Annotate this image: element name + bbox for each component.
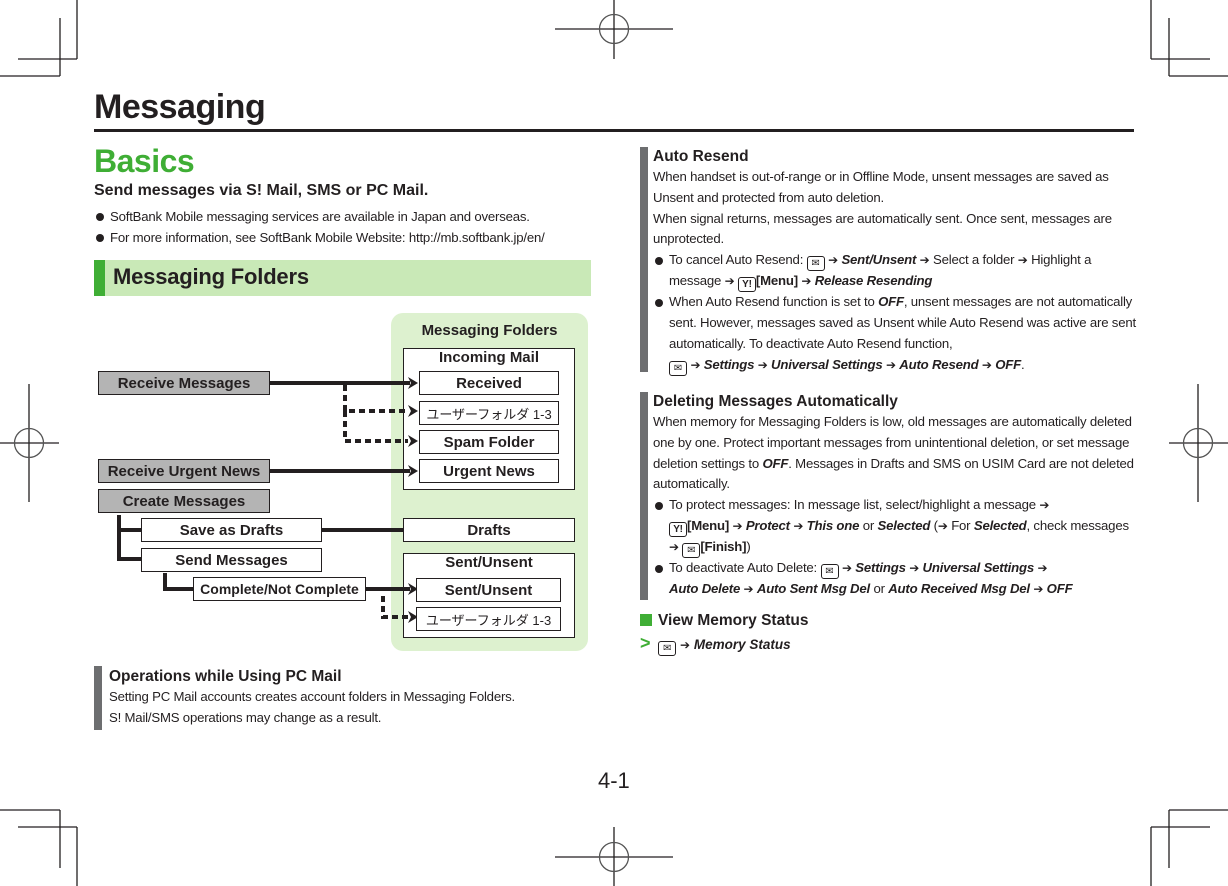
note-line: Setting PC Mail accounts creates account… xyxy=(109,689,516,704)
arrow-icon: ➔ xyxy=(981,357,992,372)
auto-resend-body: When handset is out-of-range or in Offli… xyxy=(653,167,1138,376)
connector-send-tree xyxy=(163,573,193,591)
note-line: S! Mail/SMS operations may change as a r… xyxy=(109,709,382,725)
folder-spam: Spam Folder xyxy=(419,430,559,454)
folder-user-sent: ユーザーフォルダ 1-3 xyxy=(416,607,561,631)
arrow-icon: ➔ xyxy=(828,253,838,268)
node-create-messages: Create Messages xyxy=(98,489,270,513)
connector-create-tree xyxy=(117,515,141,561)
memory-status-step: > ✉ ➔ Memory Status xyxy=(640,633,791,656)
connector-dashed-spam xyxy=(343,411,408,443)
auto-resend-bullet-off: When Auto Resend function is set to OFF,… xyxy=(653,292,1138,376)
arrow-head xyxy=(408,435,418,447)
note-bar xyxy=(640,147,648,372)
page-number: 4-1 xyxy=(598,768,630,793)
yahoo-key-icon: Y! xyxy=(669,521,687,537)
arrow-icon: ➔ xyxy=(1039,498,1050,513)
arrow-icon: ➔ xyxy=(757,357,768,372)
mail-key-icon: ✉ xyxy=(682,542,701,558)
mail-key-icon: ✉ xyxy=(669,360,687,376)
yahoo-key-icon: Y! xyxy=(737,277,756,293)
arrow-icon: ➔ xyxy=(724,274,735,289)
note-title-pc-mail: Operations while Using PC Mail xyxy=(109,668,342,685)
mail-key-icon: ✉ xyxy=(806,256,825,272)
arrow-icon: ➔ xyxy=(793,518,804,533)
memory-status-heading: View Memory Status xyxy=(640,612,808,630)
folder-received: Received xyxy=(419,371,559,395)
auto-delete-para: When memory for Messaging Folders is low… xyxy=(653,414,1134,492)
auto-resend-para: When signal returns, messages are automa… xyxy=(653,210,1112,247)
arrow-icon: ➔ xyxy=(1017,253,1028,268)
arrow-head xyxy=(408,405,418,417)
mail-key-icon: ✉ xyxy=(820,563,839,579)
auto-delete-body: When memory for Messaging Folders is low… xyxy=(653,412,1138,600)
folder-urgent-news: Urgent News xyxy=(419,459,559,483)
note-title-auto-resend: Auto Resend xyxy=(653,148,749,165)
folder-sent-unsent: Sent/Unsent xyxy=(416,578,561,602)
arrow-icon: ➔ xyxy=(919,253,930,268)
arrow-icon: ➔ xyxy=(1037,560,1048,575)
node-send-messages: Send Messages xyxy=(141,548,322,572)
connector-dashed-user xyxy=(343,385,408,413)
arrow-icon: ➔ xyxy=(885,357,896,372)
step-marker-icon: > xyxy=(640,633,651,653)
auto-resend-bullet-cancel: To cancel Auto Resend: ✉ ➔ Sent/Unsent ➔… xyxy=(653,250,1138,293)
arrow-icon: ➔ xyxy=(909,560,920,575)
mail-key-icon: ✉ xyxy=(658,641,677,656)
arrow-icon: ➔ xyxy=(841,560,852,575)
auto-resend-para: When handset is out-of-range or in Offli… xyxy=(653,169,1109,205)
arrow-icon: ➔ xyxy=(801,274,812,289)
note-bar xyxy=(640,392,648,600)
arrow-icon: ➔ xyxy=(680,638,691,652)
note-bar xyxy=(94,666,102,730)
arrow-icon: ➔ xyxy=(743,581,754,596)
green-square-icon xyxy=(640,614,652,626)
arrow-icon: ➔ xyxy=(669,539,679,554)
arrow-icon: ➔ xyxy=(690,357,701,372)
node-complete-not-complete: Complete/Not Complete xyxy=(193,577,366,601)
node-receive-urgent-news: Receive Urgent News xyxy=(98,459,270,483)
node-save-as-drafts: Save as Drafts xyxy=(141,518,322,542)
folder-drafts: Drafts xyxy=(403,518,575,542)
node-receive-messages: Receive Messages xyxy=(98,371,270,395)
note-title-auto-delete: Deleting Messages Automatically xyxy=(653,393,898,410)
arrow-icon: ➔ xyxy=(732,518,743,533)
connector-dashed-sent-user xyxy=(381,596,408,619)
arrow-icon: ➔ xyxy=(937,518,948,533)
auto-delete-bullet-protect: To protect messages: In message list, se… xyxy=(653,495,1138,558)
auto-delete-bullet-deactivate: To deactivate Auto Delete: ✉ ➔ Settings … xyxy=(653,558,1138,600)
arrow-icon: ➔ xyxy=(1033,581,1044,596)
folder-user-incoming: ユーザーフォルダ 1-3 xyxy=(419,401,559,425)
note-text-pc-mail: Setting PC Mail accounts creates account… xyxy=(109,687,589,729)
